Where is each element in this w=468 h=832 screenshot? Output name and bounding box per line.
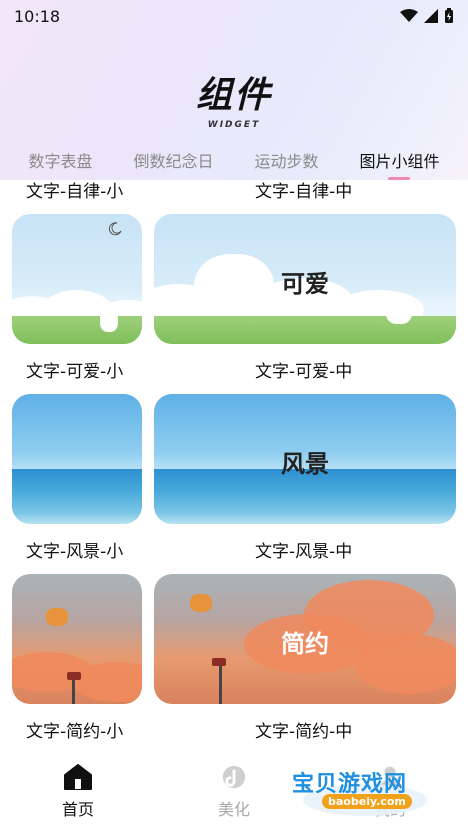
card-text: 简约 xyxy=(281,630,329,658)
tab-photo-widget[interactable]: 图片小组件 xyxy=(359,148,440,180)
widget-card-simple-medium[interactable]: 简约 xyxy=(154,574,456,704)
category-tabs: 数字表盘 倒数纪念日 运动步数 图片小组件 xyxy=(0,146,468,180)
character-figure xyxy=(46,608,68,626)
tab-label: 运动步数 xyxy=(254,152,319,171)
nav-theme[interactable]: 美化 xyxy=(184,764,284,820)
tab-countdown[interactable]: 倒数纪念日 xyxy=(133,148,213,172)
widget-card-scenery-medium[interactable]: 风景 xyxy=(154,394,456,524)
bunny-figure xyxy=(386,298,412,324)
lamp-head xyxy=(212,658,226,666)
lamp-pole xyxy=(219,664,222,704)
nav-label: 美化 xyxy=(217,800,250,819)
tab-active-indicator xyxy=(388,177,411,180)
widget-label-medium: 文字-简约-中 xyxy=(255,722,353,742)
widget-label-small: 文字-可爱-小 xyxy=(26,362,124,382)
page-title: 组件 xyxy=(195,75,272,116)
nav-home[interactable]: 首页 xyxy=(28,764,128,820)
widget-card-simple-small[interactable] xyxy=(12,574,142,704)
home-icon xyxy=(64,764,92,790)
widget-label-small: 文字-风景-小 xyxy=(26,542,124,562)
status-bar: 10:18 xyxy=(0,0,468,32)
status-icons xyxy=(400,8,454,24)
tab-label: 图片小组件 xyxy=(359,152,440,171)
bunny-figure xyxy=(100,310,118,332)
signal-icon xyxy=(424,9,438,23)
card-text: 风景 xyxy=(281,450,329,478)
widget-label-medium: 文字-自律-中 xyxy=(255,182,353,202)
wifi-icon xyxy=(400,9,418,22)
tab-label: 数字表盘 xyxy=(28,152,93,171)
widget-card-cute-small[interactable] xyxy=(12,214,142,344)
character-figure xyxy=(190,594,212,612)
theme-icon xyxy=(222,765,246,789)
grass-strip xyxy=(12,316,142,344)
watermark-logo: 宝贝游戏网 baobeiy.com xyxy=(290,762,440,818)
sea-area xyxy=(12,469,142,524)
page-header: 组件 WIDGET xyxy=(0,66,468,130)
battery-icon xyxy=(445,8,453,23)
widget-card-cute-medium[interactable]: 可爱 xyxy=(154,214,456,344)
grass-strip xyxy=(154,316,456,344)
lamp-pole xyxy=(72,678,75,704)
status-time: 10:18 xyxy=(14,6,61,26)
widget-label-medium: 文字-可爱-中 xyxy=(255,362,353,382)
tab-label: 倒数纪念日 xyxy=(133,152,214,171)
widget-label-medium: 文字-风景-中 xyxy=(255,542,353,562)
cloud-shape xyxy=(72,662,142,702)
moon-icon xyxy=(108,222,122,236)
nav-label: 首页 xyxy=(61,800,94,819)
watermark-url: baobeiy.com xyxy=(322,794,412,809)
tab-steps[interactable]: 运动步数 xyxy=(254,148,318,172)
widget-card-scenery-small[interactable] xyxy=(12,394,142,524)
page-subtitle: WIDGET xyxy=(207,120,261,130)
card-text: 可爱 xyxy=(281,270,329,298)
widget-label-small: 文字-自律-小 xyxy=(26,182,124,202)
widget-label-small: 文字-简约-小 xyxy=(26,722,124,742)
lamp-head xyxy=(67,672,81,680)
tab-digital-dial[interactable]: 数字表盘 xyxy=(28,148,92,172)
